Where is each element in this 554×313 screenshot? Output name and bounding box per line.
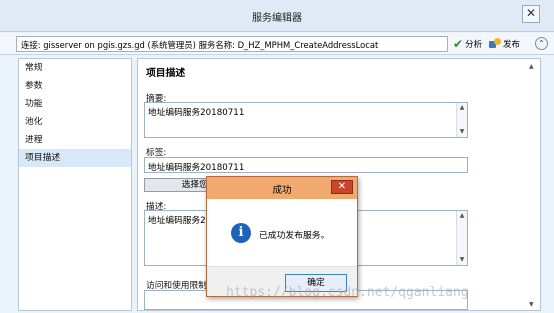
watermark: https://blog.csdn.net/qganliang xyxy=(226,285,469,300)
settings-nav: 常规 参数 功能 池化 进程 项目描述 xyxy=(18,58,132,311)
section-title: 项目描述 xyxy=(146,68,186,79)
description-value: 地址编码服务20 xyxy=(148,216,212,226)
tags-value: 地址编码服务20180711 xyxy=(148,163,245,173)
dialog-title-bar: 成功 ✕ xyxy=(207,177,357,199)
nav-item-pooling[interactable]: 池化 xyxy=(19,113,131,131)
summary-scrollbar[interactable]: ▲ ▼ xyxy=(456,103,467,137)
connection-bar: 连接: gisserver on pgis.gzs.gd (系统管理员) 服务名… xyxy=(0,33,554,55)
nav-item-capabilities[interactable]: 功能 xyxy=(19,95,131,113)
collapse-icon[interactable]: ⌃ xyxy=(535,37,548,50)
description-scrollbar[interactable]: ▲ ▼ xyxy=(456,211,467,265)
summary-textarea[interactable]: 地址编码服务20180711 ▲ ▼ xyxy=(144,102,468,138)
scroll-down-icon[interactable]: ▼ xyxy=(529,301,534,308)
publish-icon xyxy=(489,38,501,50)
scroll-down-icon[interactable]: ▼ xyxy=(457,127,467,137)
nav-item-processes[interactable]: 进程 xyxy=(19,131,131,149)
analyze-button[interactable]: ✔ 分析 xyxy=(453,36,482,52)
dialog-message: 已成功发布服务。 xyxy=(259,231,330,241)
check-icon: ✔ xyxy=(453,37,464,51)
dialog-close-button[interactable]: ✕ xyxy=(331,180,353,194)
scroll-up-icon[interactable]: ▲ xyxy=(529,63,534,70)
panel-scrollbar[interactable]: ▲ ▼ xyxy=(529,63,538,308)
success-dialog: 成功 ✕ i 已成功发布服务。 确定 xyxy=(206,176,358,297)
analyze-label: 分析 xyxy=(465,40,483,50)
scroll-up-icon[interactable]: ▲ xyxy=(457,103,467,113)
scroll-up-icon[interactable]: ▲ xyxy=(457,211,467,221)
nav-item-item-description[interactable]: 项目描述 xyxy=(19,149,131,167)
publish-button[interactable]: 发布 xyxy=(489,36,520,52)
window-title: 服务编辑器 xyxy=(252,13,302,24)
tags-input[interactable]: 地址编码服务20180711 xyxy=(144,157,468,173)
nav-item-general[interactable]: 常规 xyxy=(19,59,131,77)
nav-item-parameters[interactable]: 参数 xyxy=(19,77,131,95)
summary-value: 地址编码服务20180711 xyxy=(148,108,245,118)
scroll-down-icon[interactable]: ▼ xyxy=(457,255,467,265)
title-bar: 服务编辑器 ✕ xyxy=(0,0,554,32)
publish-label: 发布 xyxy=(503,40,521,50)
window-close-button[interactable]: ✕ xyxy=(522,5,540,23)
info-icon: i xyxy=(231,223,251,243)
connection-info: 连接: gisserver on pgis.gzs.gd (系统管理员) 服务名… xyxy=(16,36,448,52)
